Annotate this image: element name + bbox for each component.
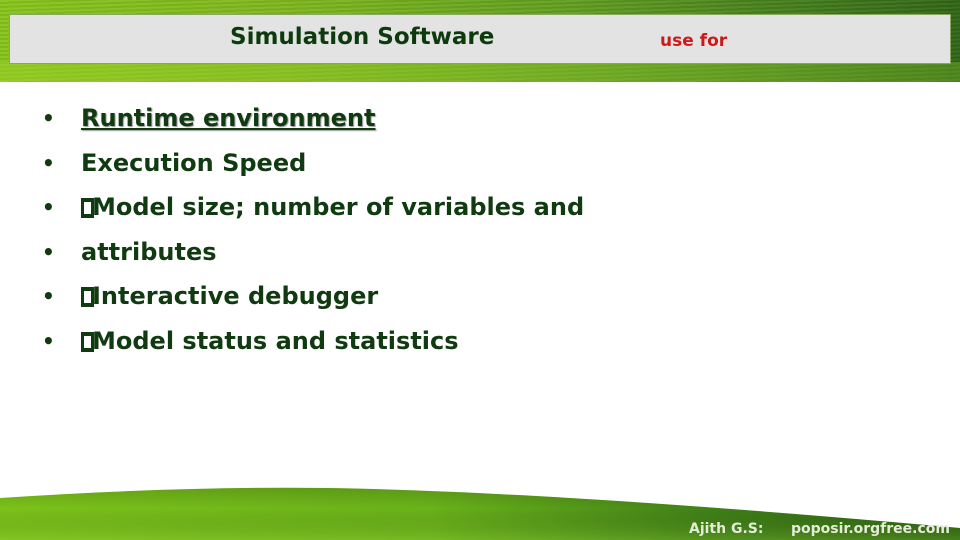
bullet-icon: •: [42, 284, 55, 308]
bullet-icon: •: [42, 150, 55, 175]
footer-site-link[interactable]: poposir.orgfree.com: [791, 521, 950, 537]
missing-glyph-icon: [81, 287, 94, 307]
bullet-text: Interactive debugger: [92, 282, 379, 310]
bullet-text: Model status and statistics: [92, 326, 459, 355]
bullet-text-wrapper: Model size; number of variables and: [81, 185, 584, 229]
bullet-icon: •: [42, 239, 55, 264]
bullet-text-wrapper: Interactive debugger: [81, 274, 378, 318]
bullet-icon: •: [42, 106, 55, 130]
slide-subtitle: use for: [660, 31, 728, 51]
bullet-icon: •: [42, 328, 55, 353]
bullet-text: attributes: [81, 237, 217, 266]
bullet-text-wrapper: Model status and statistics: [81, 319, 459, 363]
bullet-text: Runtime environment: [81, 104, 376, 132]
missing-glyph-icon: [81, 331, 94, 352]
bullet-text: Model size; number of variables and: [92, 193, 585, 221]
bullet-text: Execution Speed: [81, 148, 307, 177]
missing-glyph-icon: [81, 198, 94, 218]
slide-title: Simulation Software: [230, 24, 495, 50]
bullet-icon: •: [42, 195, 55, 219]
footer-author: Ajith G.S:: [689, 521, 764, 537]
